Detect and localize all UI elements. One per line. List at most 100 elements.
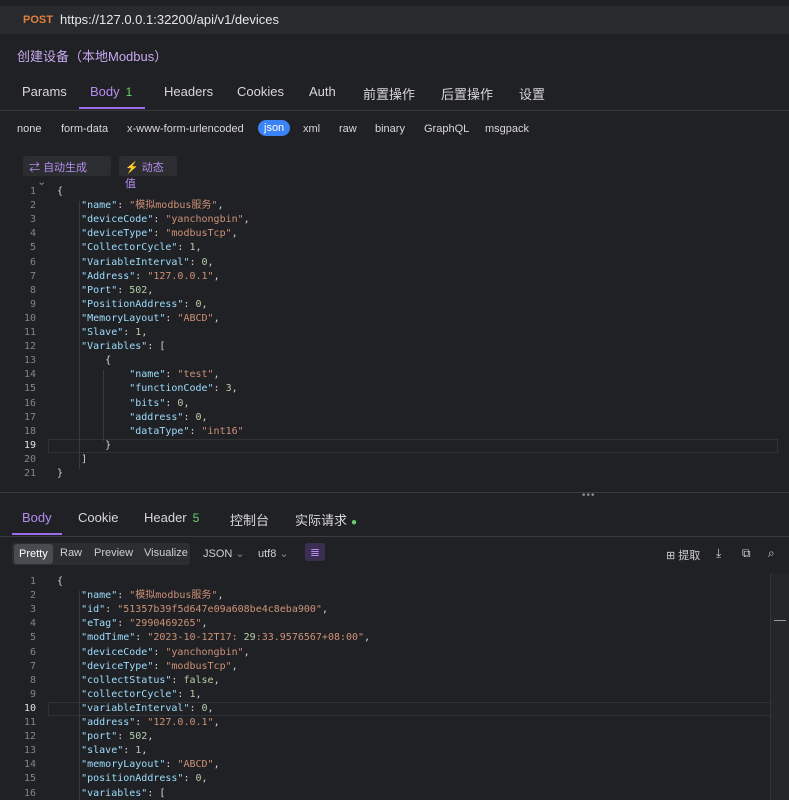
ctype-form-data[interactable]: form-data xyxy=(61,123,108,135)
view-visualize[interactable]: Visualize xyxy=(144,547,188,559)
code-line: 4 "deviceType": "modbusTcp", xyxy=(0,227,760,241)
resp-tab-actual-request[interactable]: 实际请求 ● xyxy=(295,510,357,529)
extract-button[interactable]: ⊞ 提取 xyxy=(666,547,700,563)
view-mode-switcher: Pretty Raw Preview Visualize xyxy=(12,543,190,565)
chevron-down-icon: ⌄ xyxy=(235,548,245,560)
code-line: 18 "dataType": "int16" xyxy=(0,425,760,439)
encoding-select[interactable]: utf8 ⌄ xyxy=(258,547,289,560)
url-input[interactable]: https://127.0.0.1:32200/api/v1/devices xyxy=(60,12,279,27)
code-line: 9 "collectorCycle": 1, xyxy=(0,688,760,702)
code-text: "MemoryLayout": "ABCD", xyxy=(81,312,220,324)
tab-pre-operations[interactable]: 前置操作 xyxy=(363,84,415,103)
code-text: "Slave": 1, xyxy=(81,327,148,338)
ctype-raw[interactable]: raw xyxy=(339,123,357,135)
line-number: 1 xyxy=(29,186,36,197)
download-icon[interactable]: ⤓ xyxy=(716,546,721,561)
magic-wand-icon: ⚡ xyxy=(125,162,139,174)
tab-settings[interactable]: 设置 xyxy=(519,84,545,103)
copy-icon[interactable]: ⧉ xyxy=(742,546,751,561)
resp-active-tab-underline xyxy=(12,533,62,535)
view-pretty[interactable]: Pretty xyxy=(14,544,53,564)
code-text: "functionCode": 3, xyxy=(129,383,238,395)
line-number: 13 xyxy=(23,745,36,757)
code-text: "dataType": "int16" xyxy=(129,425,244,437)
code-line: 4 "eTag": "2990469265", xyxy=(0,617,760,631)
line-number: 11 xyxy=(23,717,36,728)
resp-tab-body[interactable]: Body xyxy=(22,510,52,525)
code-text: "collectorCycle": 1, xyxy=(81,688,202,700)
format-select[interactable]: JSON ⌄ xyxy=(203,547,245,560)
scrollbar-thumb[interactable] xyxy=(774,620,786,621)
ctype-binary[interactable]: binary xyxy=(375,123,405,135)
view-preview[interactable]: Preview xyxy=(94,547,133,559)
tab-headers[interactable]: Headers xyxy=(164,84,213,99)
search-icon[interactable]: ⌕ xyxy=(768,546,775,561)
ctype-urlencoded[interactable]: x-www-form-urlencoded xyxy=(127,123,244,135)
response-toolbar: Pretty Raw Preview Visualize JSON ⌄ utf8… xyxy=(0,540,789,568)
pane-splitter[interactable] xyxy=(0,492,789,499)
code-text: "positionAddress": 0, xyxy=(81,773,208,785)
code-text: "name": "模拟modbus服务", xyxy=(81,200,224,212)
line-number: 16 xyxy=(23,397,36,409)
ctype-xml[interactable]: xml xyxy=(303,123,320,135)
request-body-editor[interactable]: 1{2 "name": "模拟modbus服务", 3 "deviceCode":… xyxy=(0,183,789,483)
code-line: 2 "name": "模拟modbus服务", xyxy=(0,589,760,603)
code-text: "address": 0, xyxy=(129,411,208,423)
tab-body-label: Body xyxy=(90,84,120,99)
code-line: 7 "deviceType": "modbusTcp", xyxy=(0,660,760,674)
line-number: 21 xyxy=(23,468,36,479)
wrap-lines-icon[interactable]: ≣ xyxy=(305,543,326,561)
code-text: "PositionAddress": 0, xyxy=(81,298,208,310)
code-line: 6 "VariableInterval": 0, xyxy=(0,256,760,270)
code-line: 11 "Slave": 1, xyxy=(0,326,760,340)
resp-tab-console[interactable]: 控制台 xyxy=(230,510,269,529)
response-tabs: Body Cookie Header 5 控制台 实际请求 ● xyxy=(0,504,789,537)
code-text: "Address": "127.0.0.1", xyxy=(81,270,220,282)
ctype-msgpack[interactable]: msgpack xyxy=(485,123,529,135)
code-line: 15 "positionAddress": 0, xyxy=(0,772,760,786)
code-text: "address": "127.0.0.1", xyxy=(81,717,220,728)
line-number: 2 xyxy=(29,590,36,602)
http-method[interactable]: POST xyxy=(23,14,53,26)
response-body-viewer[interactable]: 1{2 "name": "模拟modbus服务", 3 "id": "51357b… xyxy=(0,573,789,800)
url-bar[interactable]: POST https://127.0.0.1:32200/api/v1/devi… xyxy=(0,6,789,34)
line-number: 14 xyxy=(23,369,36,381)
tab-body[interactable]: Body 1 xyxy=(90,84,132,99)
request-name[interactable]: 创建设备（本地Modbus） xyxy=(17,46,167,65)
code-line: 19 } xyxy=(0,439,760,453)
auto-generate-button[interactable]: ⇄ 自动生成 ⌄ xyxy=(23,156,111,188)
ctype-graphql[interactable]: GraphQL xyxy=(424,123,469,135)
code-line: 6 "deviceCode": "yanchongbin", xyxy=(0,646,760,660)
tab-params[interactable]: Params xyxy=(22,84,67,99)
code-text: "bits": 0, xyxy=(129,397,190,409)
resp-tab-header[interactable]: Header 5 xyxy=(144,510,199,525)
code-line: 9 "PositionAddress": 0, xyxy=(0,298,760,312)
tab-auth[interactable]: Auth xyxy=(309,84,336,99)
splitter-handle-icon[interactable]: ••• xyxy=(582,490,596,501)
response-scrollbar[interactable] xyxy=(770,574,789,800)
ctype-none[interactable]: none xyxy=(17,123,41,135)
line-number: 5 xyxy=(29,632,36,644)
line-number: 16 xyxy=(23,787,36,799)
code-line: 12 "port": 502, xyxy=(0,730,760,744)
line-number: 6 xyxy=(29,256,36,268)
request-tabs: Params Body 1 Headers Cookies Auth 前置操作 后… xyxy=(0,78,789,111)
line-number: 5 xyxy=(29,242,36,254)
dynamic-value-button[interactable]: ⚡ 动态值 xyxy=(119,156,177,190)
tab-cookies[interactable]: Cookies xyxy=(237,84,284,99)
resp-tab-cookie[interactable]: Cookie xyxy=(78,510,118,525)
code-line: 8 "Port": 502, xyxy=(0,284,760,298)
code-line: 11 "address": "127.0.0.1", xyxy=(0,716,760,730)
ctype-json[interactable]: json xyxy=(258,120,291,136)
view-raw[interactable]: Raw xyxy=(60,547,82,559)
code-line: 10 "MemoryLayout": "ABCD", xyxy=(0,312,760,326)
line-number: 4 xyxy=(29,618,36,630)
code-line: 3 "deviceCode": "yanchongbin", xyxy=(0,213,760,227)
tab-post-operations[interactable]: 后置操作 xyxy=(441,84,493,103)
encoding-select-value: utf8 xyxy=(258,548,277,560)
code-line: 16 "bits": 0, xyxy=(0,397,760,411)
line-number: 20 xyxy=(23,453,36,465)
code-line: 17 "address": 0, xyxy=(0,411,760,425)
line-number: 7 xyxy=(29,660,36,672)
code-line: 1{ xyxy=(0,575,760,589)
